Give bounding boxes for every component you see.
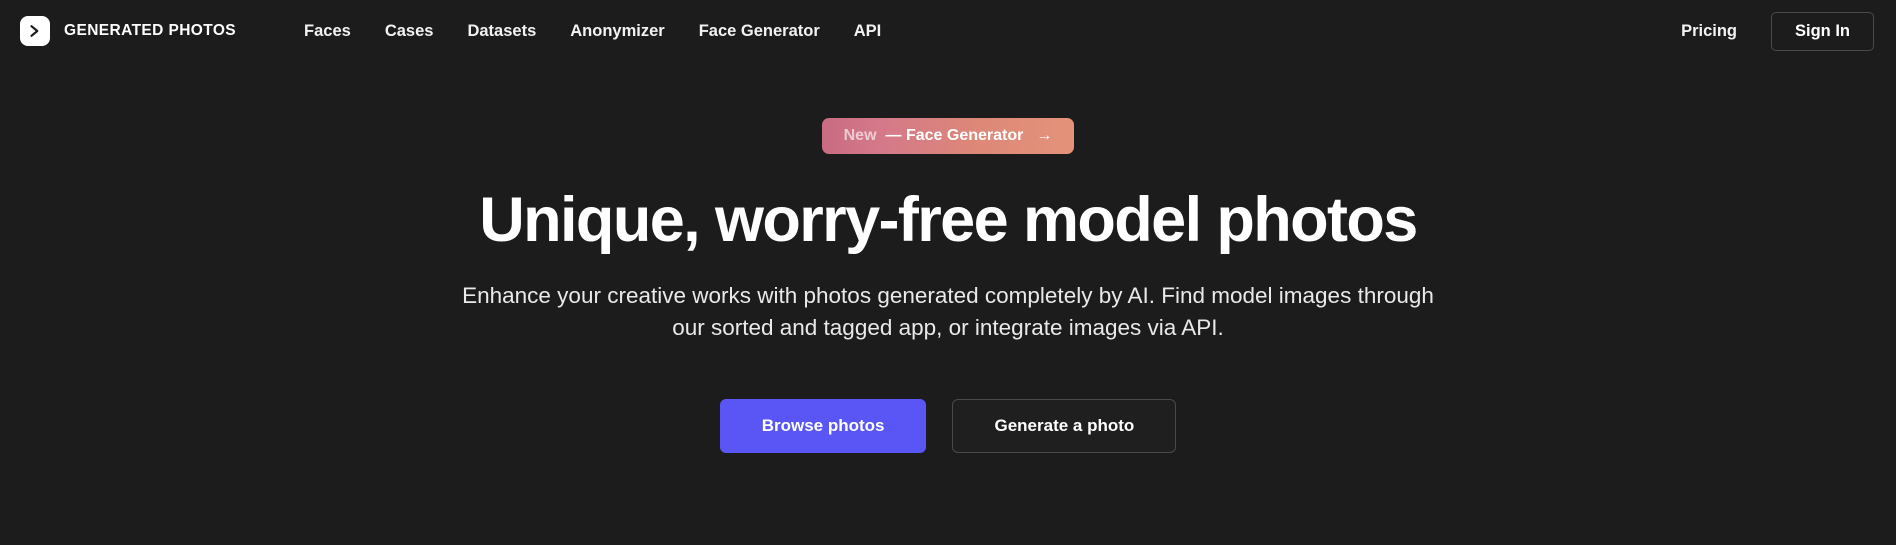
announcement-badge[interactable]: New — Face Generator → <box>821 118 1075 154</box>
cta-row: Browse photos Generate a photo <box>719 398 1177 453</box>
header-actions: Pricing Sign In <box>1681 11 1874 51</box>
hero-section: New — Face Generator → Unique, worry-fre… <box>0 62 1896 545</box>
generate-photo-button[interactable]: Generate a photo <box>952 398 1177 453</box>
nav-item-api[interactable]: API <box>854 22 882 41</box>
nav-item-cases[interactable]: Cases <box>385 22 434 41</box>
page-root: GENERATED PHOTOS Faces Cases Datasets An… <box>0 0 1896 545</box>
brand-name: GENERATED PHOTOS <box>64 22 237 39</box>
chevron-right-logo-icon <box>20 16 50 46</box>
nav-item-face-generator[interactable]: Face Generator <box>699 22 820 41</box>
site-header: GENERATED PHOTOS Faces Cases Datasets An… <box>0 0 1896 62</box>
hero-subtitle: Enhance your creative works with photos … <box>462 282 1434 340</box>
browse-photos-button[interactable]: Browse photos <box>719 398 927 453</box>
nav-item-datasets[interactable]: Datasets <box>467 22 536 41</box>
badge-new-label: New <box>843 127 877 144</box>
page-title: Unique, worry-free model photos <box>479 185 1418 255</box>
brand-logo[interactable]: GENERATED PHOTOS <box>20 16 236 46</box>
sign-in-button[interactable]: Sign In <box>1771 11 1874 51</box>
nav-item-faces[interactable]: Faces <box>304 22 351 41</box>
nav-item-anonymizer[interactable]: Anonymizer <box>570 22 664 41</box>
badge-text: — Face Generator <box>885 127 1024 144</box>
nav-item-pricing[interactable]: Pricing <box>1681 22 1737 41</box>
main-nav: Faces Cases Datasets Anonymizer Face Gen… <box>304 22 881 41</box>
arrow-right-icon: → <box>1036 127 1053 144</box>
